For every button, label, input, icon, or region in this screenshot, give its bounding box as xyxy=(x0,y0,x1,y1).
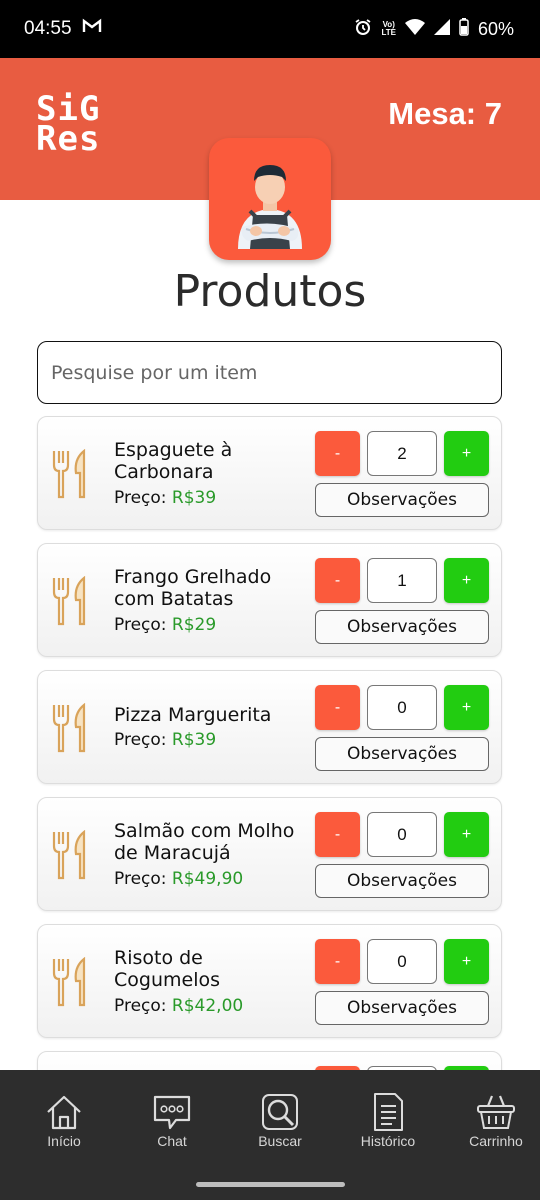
alarm-icon xyxy=(354,18,372,41)
product-card: Salmão com Molho de Maracujá Preço: R$49… xyxy=(37,797,502,911)
battery-icon xyxy=(459,17,469,41)
decrease-button[interactable]: - xyxy=(315,558,360,603)
observations-button[interactable]: Observações xyxy=(315,483,489,517)
cutlery-icon xyxy=(52,449,86,499)
quantity-field[interactable] xyxy=(367,939,437,984)
observations-button[interactable]: Observações xyxy=(315,991,489,1025)
quantity-field[interactable] xyxy=(367,431,437,476)
nav-item-buscar[interactable]: Buscar xyxy=(236,1070,324,1170)
nav-label: Chat xyxy=(157,1133,187,1149)
table-number: Mesa: 7 xyxy=(388,96,502,131)
nav-item-inicio[interactable]: Início xyxy=(20,1070,108,1170)
quantity-field[interactable] xyxy=(367,685,437,730)
nav-item-carrinho[interactable]: Carrinho xyxy=(452,1070,540,1170)
product-name: Salmão com Molho de Maracujá xyxy=(114,819,295,865)
wifi-icon xyxy=(404,18,425,40)
gmail-icon xyxy=(82,18,102,40)
product-card: Pizza Marguerita Preço: R$39 - + Observa… xyxy=(37,670,502,784)
product-price: Preço: R$29 xyxy=(114,614,217,635)
product-price: Preço: R$42,00 xyxy=(114,995,244,1016)
bottom-nav: Início Chat Buscar Histórico Carrinho xyxy=(0,1070,540,1200)
observations-button[interactable]: Observações xyxy=(315,610,489,644)
nav-item-chat[interactable]: Chat xyxy=(128,1070,216,1170)
decrease-button[interactable]: - xyxy=(315,939,360,984)
chef-icon xyxy=(238,165,302,249)
product-card: Frango Grelhado com Batatas Preço: R$29 … xyxy=(37,543,502,657)
chef-avatar xyxy=(209,138,331,260)
observations-button[interactable]: Observações xyxy=(315,864,489,898)
basket-icon xyxy=(477,1095,515,1129)
signal-icon xyxy=(433,18,450,40)
status-bar: 04:55 Vo) LTE 60% xyxy=(0,0,540,58)
observations-button[interactable]: Observações xyxy=(315,737,489,771)
decrease-button[interactable]: - xyxy=(315,685,360,730)
product-card: Risoto de Cogumelos Preço: R$42,00 - + O… xyxy=(37,924,502,1038)
decrease-button[interactable]: - xyxy=(315,812,360,857)
nav-item-historico[interactable]: Histórico xyxy=(344,1070,432,1170)
chat-icon xyxy=(153,1095,191,1130)
cutlery-icon xyxy=(52,957,86,1007)
battery-percent: 60% xyxy=(477,18,514,39)
cutlery-icon xyxy=(52,830,86,880)
product-price: Preço: R$49,90 xyxy=(114,868,244,889)
product-card: Espaguete à Carbonara Preço: R$39 - + Ob… xyxy=(37,416,502,530)
app-logo: SiG Res xyxy=(36,89,101,159)
product-name: Frango Grelhado com Batatas xyxy=(114,565,272,611)
product-price: Preço: R$39 xyxy=(114,487,217,508)
increase-button[interactable]: + xyxy=(444,939,489,984)
home-indicator[interactable] xyxy=(196,1182,345,1187)
product-name: Pizza Marguerita xyxy=(114,703,272,726)
product-price: Preço: R$39 xyxy=(114,730,217,751)
increase-button[interactable]: + xyxy=(444,685,489,730)
cutlery-icon xyxy=(52,576,86,626)
search-input[interactable] xyxy=(37,341,502,404)
page-title: Produtos xyxy=(173,266,367,317)
product-name: Risoto de Cogumelos xyxy=(114,946,220,992)
quantity-field[interactable] xyxy=(367,812,437,857)
nav-label: Carrinho xyxy=(469,1133,523,1149)
nav-label: Buscar xyxy=(258,1133,302,1149)
increase-button[interactable]: + xyxy=(444,558,489,603)
nav-label: Histórico xyxy=(360,1133,416,1149)
home-icon xyxy=(47,1095,81,1130)
cutlery-icon xyxy=(52,703,86,753)
increase-button[interactable]: + xyxy=(444,812,489,857)
document-icon xyxy=(374,1093,403,1131)
decrease-button[interactable]: - xyxy=(315,431,360,476)
volte-icon: Vo) LTE xyxy=(381,20,396,37)
quantity-field[interactable] xyxy=(367,558,437,603)
increase-button[interactable]: + xyxy=(444,431,489,476)
product-list: Espaguete à Carbonara Preço: R$39 - + Ob… xyxy=(37,416,502,1178)
nav-label: Início xyxy=(47,1133,81,1149)
search-icon xyxy=(262,1094,298,1130)
status-time: 04:55 xyxy=(24,18,72,39)
product-name: Espaguete à Carbonara xyxy=(114,438,233,484)
